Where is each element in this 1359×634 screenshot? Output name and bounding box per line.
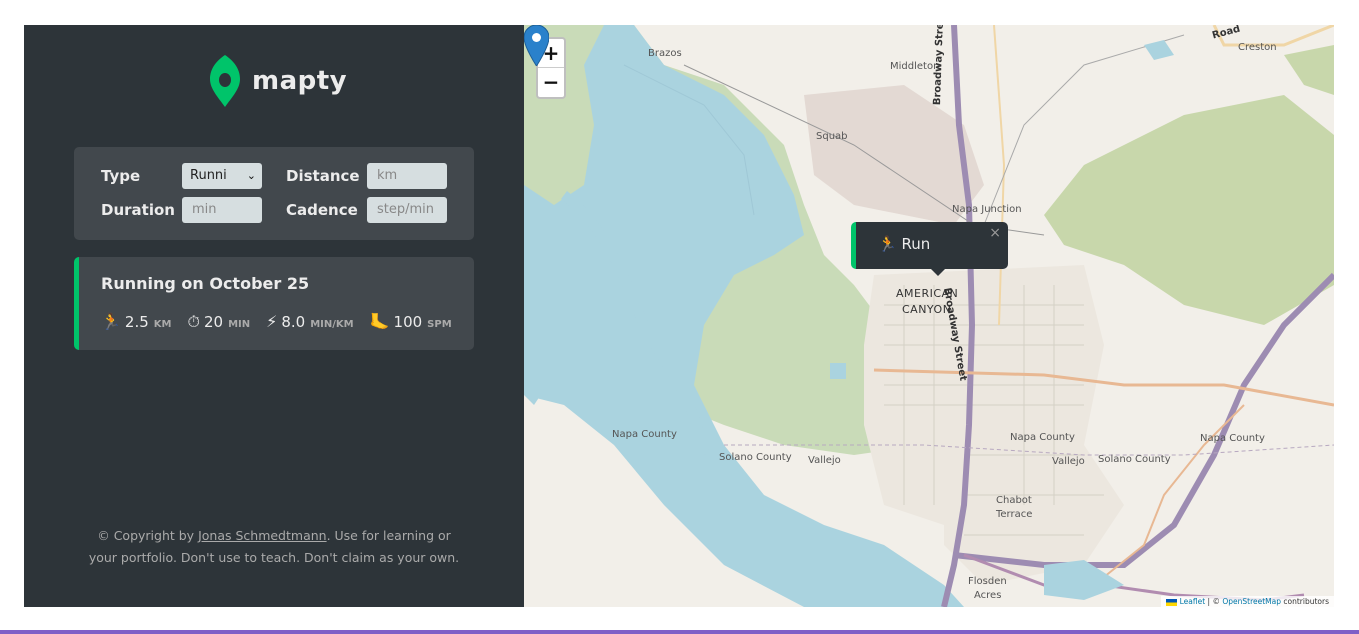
duration-input[interactable]: min xyxy=(182,197,262,223)
pace-value: 8.0 xyxy=(281,313,306,331)
workout-details: 🏃 2.5 km ⏱ 20 min ⚡ 8.0 min/km 🦶 100 spm xyxy=(101,312,468,332)
workout-cadence: 🦶 100 spm xyxy=(370,312,452,331)
distance-input[interactable]: km xyxy=(367,163,447,189)
workout-item[interactable]: Running on October 25 🏃 2.5 km ⏱ 20 min … xyxy=(74,257,474,350)
stopwatch-icon: ⏱ xyxy=(187,312,200,331)
distance-placeholder: km xyxy=(377,168,398,183)
map-tiles xyxy=(524,25,1334,607)
type-label: Type xyxy=(101,167,141,185)
map-label-napa-junction: Napa Junction xyxy=(952,204,1022,215)
distance-value: 2.5 xyxy=(124,313,149,331)
workout-title: Running on October 25 xyxy=(101,274,310,293)
workout-duration: ⏱ 20 min xyxy=(187,312,250,332)
attribution-sep: | © xyxy=(1205,597,1223,606)
type-select[interactable]: Runni ⌄ xyxy=(182,163,262,189)
map-marker-icon[interactable] xyxy=(524,25,549,66)
cadence-input[interactable]: step/min xyxy=(367,197,447,223)
map-label-napa-county-1: Napa County xyxy=(612,429,677,440)
leaflet-link[interactable]: Leaflet xyxy=(1180,597,1206,606)
copyright: © Copyright by Jonas Schmedtmann. Use fo… xyxy=(84,525,464,569)
chevron-down-icon: ⌄ xyxy=(246,169,256,182)
logo: mapty xyxy=(210,55,347,107)
app-name: mapty xyxy=(252,66,348,96)
map-label-chabot: Chabot xyxy=(996,495,1032,506)
map-label-acres: Acres xyxy=(974,590,1002,601)
workout-distance: 🏃 2.5 km xyxy=(101,312,171,331)
close-icon[interactable]: × xyxy=(989,225,1001,241)
attribution-rest: contributors xyxy=(1281,597,1329,606)
map-label-solano-county-1: Solano County xyxy=(719,452,792,463)
workout-popup[interactable]: 🏃 Run × xyxy=(851,222,1008,276)
map-label-brazos: Brazos xyxy=(648,48,682,59)
map-label-solano-county-2: Solano County xyxy=(1098,454,1171,465)
duration-placeholder: min xyxy=(192,202,217,217)
author-link[interactable]: Jonas Schmedtmann xyxy=(198,528,327,543)
workout-form: Type Runni ⌄ Distance km Duration min Ca… xyxy=(74,147,474,240)
bottom-border xyxy=(0,630,1359,634)
distance-unit: km xyxy=(153,319,172,330)
popup-tip xyxy=(928,266,948,276)
map-label-vallejo-1: Vallejo xyxy=(808,455,841,466)
duration-value: 20 xyxy=(203,313,224,331)
lightning-icon: ⚡ xyxy=(266,312,278,331)
popup-text: 🏃 Run xyxy=(878,235,931,253)
footprint-icon: 🦶 xyxy=(369,312,390,331)
map-label-creston: Creston xyxy=(1238,42,1277,53)
pace-unit: min/km xyxy=(310,319,354,330)
map-label-squab: Squab xyxy=(816,131,848,142)
zoom-out-button[interactable]: − xyxy=(538,68,564,97)
map-label-terrace: Terrace xyxy=(996,509,1033,520)
cadence-label: Cadence xyxy=(286,201,358,219)
running-icon: 🏃 xyxy=(101,312,121,331)
map-label-middleton: Middleton xyxy=(890,61,940,72)
map-label-vallejo-2: Vallejo xyxy=(1052,456,1085,467)
cadence-placeholder: step/min xyxy=(377,202,435,217)
distance-label: Distance xyxy=(286,167,360,185)
map-label-napa-county-3: Napa County xyxy=(1200,433,1265,444)
map-pin-icon xyxy=(210,55,240,107)
sidebar: mapty Type Runni ⌄ Distance km Duration … xyxy=(24,25,524,607)
map[interactable]: + − Brazos Middleton Creston Squab Broad… xyxy=(524,25,1334,607)
map-label-flosden: Flosden xyxy=(968,576,1007,587)
cadence-unit: spm xyxy=(427,319,452,330)
ukraine-flag-icon xyxy=(1165,598,1177,606)
duration-unit: min xyxy=(228,319,251,330)
map-attribution: Leaflet | © OpenStreetMap contributors xyxy=(1160,596,1334,607)
map-label-napa-county-2: Napa County xyxy=(1010,432,1075,443)
cadence-value: 100 xyxy=(393,313,423,331)
osm-link[interactable]: OpenStreetMap xyxy=(1222,597,1281,606)
duration-label: Duration xyxy=(101,201,175,219)
map-label-canyon: CANYON xyxy=(902,303,952,316)
workout-pace: ⚡ 8.0 min/km xyxy=(266,312,354,331)
copyright-prefix: © Copyright by xyxy=(97,528,199,543)
type-select-value: Runni xyxy=(190,168,227,183)
map-label-american: AMERICAN xyxy=(896,287,959,300)
